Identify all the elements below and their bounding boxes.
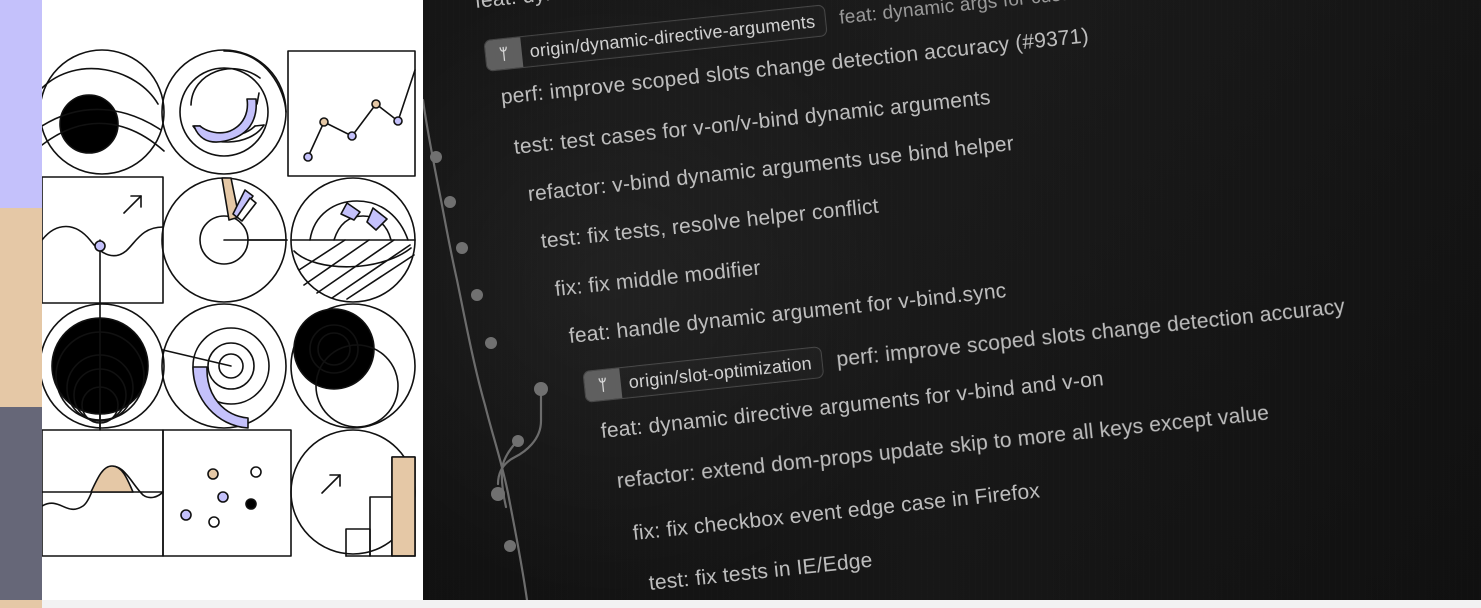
commit-row: test: fix tests in IE/Edge: [648, 549, 874, 597]
commit-node-6: [534, 382, 548, 396]
commit-row: fix: fix checkbox event edge case in Fir…: [632, 479, 1041, 546]
commit-row: fix: fix middle modifier: [554, 256, 762, 302]
left-lavender-stripe: [0, 0, 42, 208]
commit-message: test: fix tests, resolve helper conflict: [539, 195, 880, 254]
commit-node-9: [504, 540, 516, 552]
geometric-illustration: [42, 0, 423, 600]
commit-node-4: [471, 289, 483, 301]
commit-message: test: fix tests in IE/Edge: [647, 549, 874, 596]
git-log-photo: feat: dynamic directive arguments for v-…: [423, 0, 1481, 600]
commit-row: test: fix tests, resolve helper conflict: [540, 195, 880, 255]
left-slate-stripe: [0, 407, 42, 600]
geometric-illustration-svg: [42, 0, 423, 600]
commit-node-1: [430, 151, 442, 163]
left-sand-stripe: [0, 208, 42, 407]
left-bottom-sand-stripe: [0, 600, 42, 608]
commit-node-3: [456, 242, 468, 254]
commit-node-5: [485, 337, 497, 349]
commit-node-8: [491, 487, 505, 501]
hero-banner: feat: dynamic directive arguments for v-…: [0, 0, 1481, 608]
branch-icon: ᛘ: [583, 368, 623, 402]
commit-message: fix: fix middle modifier: [553, 256, 762, 302]
branch-name: origin/dynamic-directive-arguments: [528, 11, 817, 62]
commit-message: feat: dynamic args for custom directives: [838, 0, 1182, 29]
bottom-strip: [42, 600, 1481, 608]
branch-name: origin/slot-optimization: [627, 353, 813, 393]
commit-node-2: [444, 196, 456, 208]
branch-icon: ᛘ: [484, 37, 524, 71]
commit-message: fix: fix checkbox event edge case in Fir…: [631, 479, 1042, 546]
branch-chip: ᛘ origin/slot-optimization: [582, 346, 825, 403]
commit-node-7: [512, 435, 524, 447]
